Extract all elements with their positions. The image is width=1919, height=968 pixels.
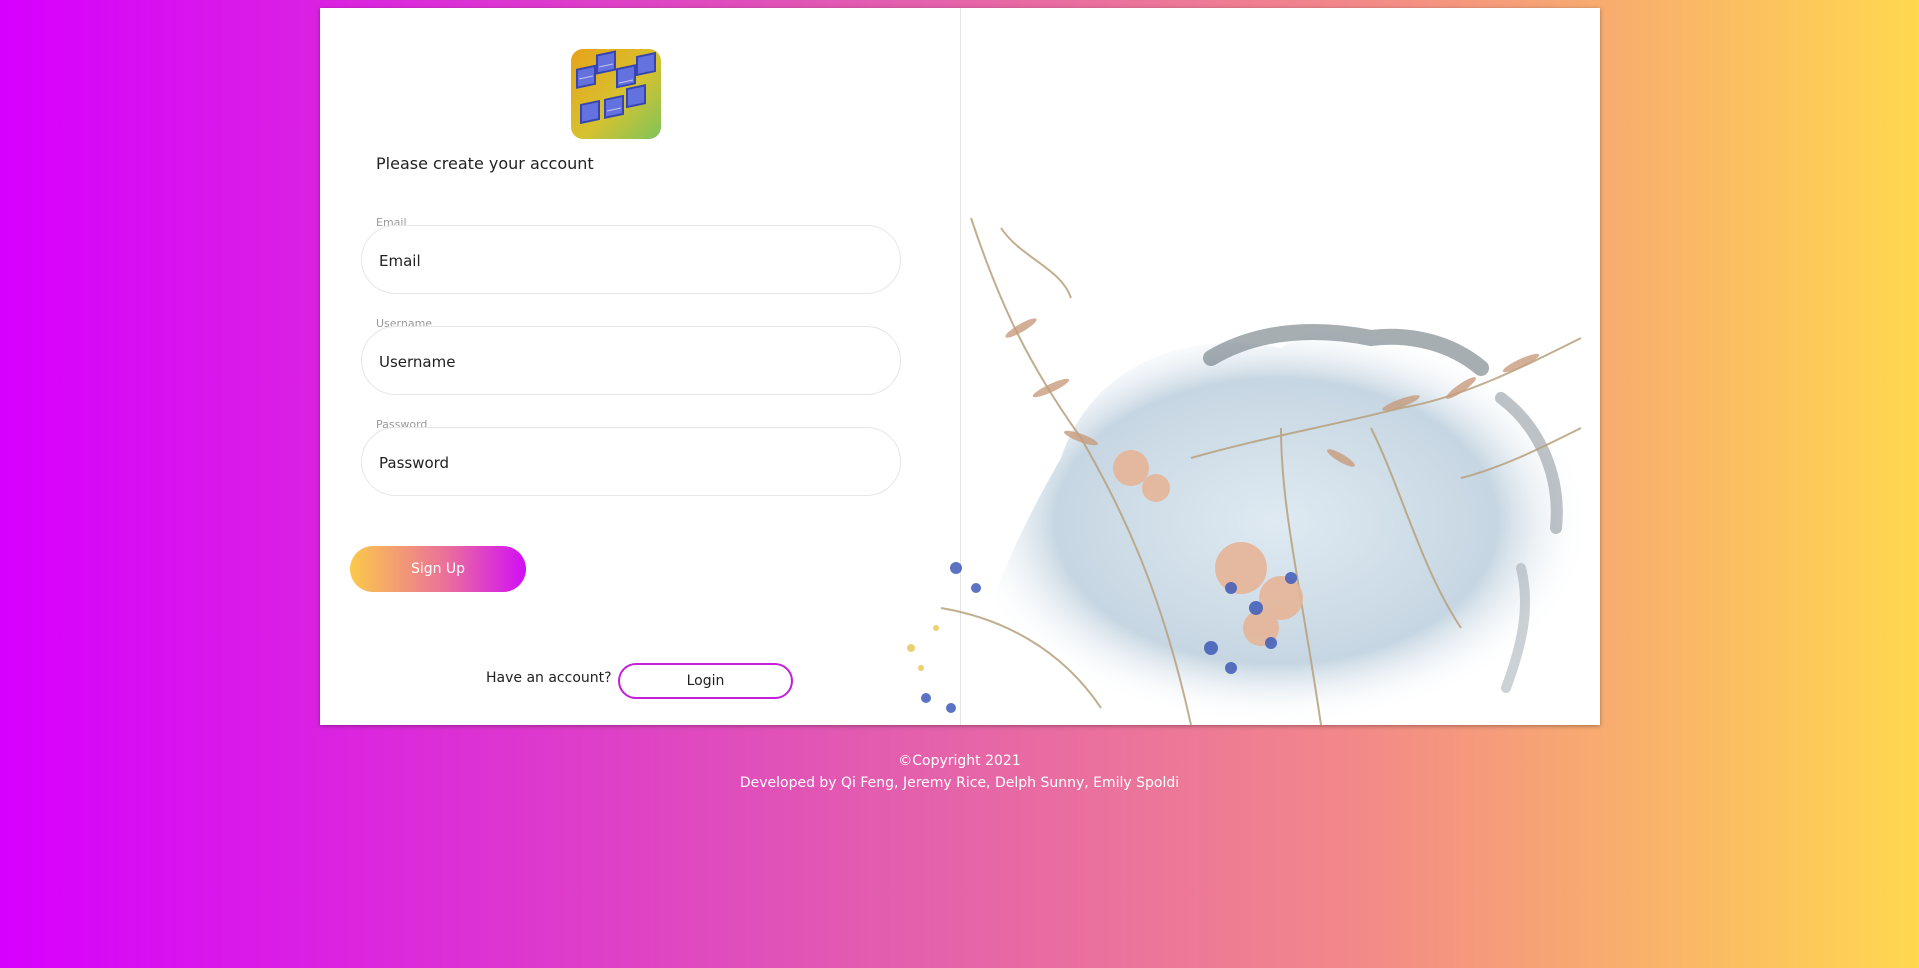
- password-field[interactable]: [377, 428, 881, 497]
- email-field[interactable]: [377, 226, 881, 295]
- decorative-panel: [907, 8, 1600, 725]
- app-logo: [571, 49, 661, 139]
- copyright-text: ©Copyright 2021: [898, 753, 1021, 769]
- page-title: Please create your account: [376, 154, 594, 173]
- developers-text: Developed by Qi Feng, Jeremy Rice, Delph…: [739, 775, 1180, 791]
- signup-card: Please create your account Email Usernam…: [320, 8, 1600, 725]
- login-button[interactable]: Login: [618, 663, 793, 699]
- username-field[interactable]: [377, 327, 881, 396]
- signup-button[interactable]: Sign Up: [350, 546, 526, 592]
- username-field-wrapper: [361, 326, 901, 396]
- signup-form-panel: Please create your account Email Usernam…: [320, 8, 960, 725]
- email-field-wrapper: [361, 225, 901, 295]
- password-field-wrapper: [361, 427, 901, 497]
- footer: ©Copyright 2021 Developed by Qi Feng, Je…: [0, 750, 1919, 794]
- have-account-text: Have an account?: [486, 670, 612, 686]
